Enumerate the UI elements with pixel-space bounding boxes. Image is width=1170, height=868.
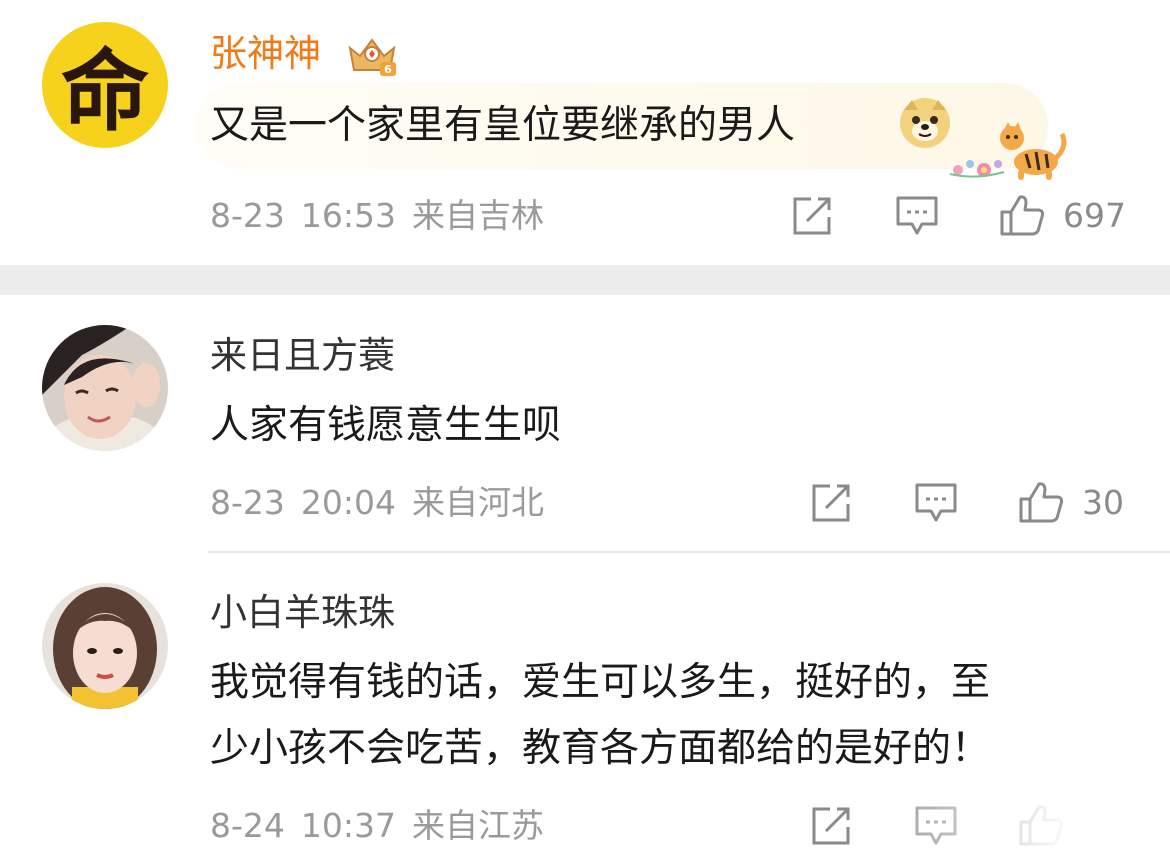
username[interactable]: 张神神: [210, 32, 321, 76]
crown-level-badge-icon: 6: [348, 38, 396, 76]
comment-meta: 8-23 20:04 来自河北: [210, 483, 560, 523]
share-icon[interactable]: [810, 483, 854, 523]
like-count: 697: [1063, 196, 1126, 235]
comment-location: 来自江苏: [412, 806, 545, 845]
avatar-glyph: 命: [61, 40, 149, 143]
bottom-fade-overlay: [880, 800, 1170, 860]
comment-feed: 命 张神神 6 又是一个家里有皇位要继承的男人 8-23 16:53 来自吉林 …: [0, 0, 1170, 868]
comment-location: 来自河北: [412, 483, 545, 522]
avatar[interactable]: [42, 583, 168, 709]
like-icon[interactable]: [1017, 480, 1065, 524]
comment-text-line: 我觉得有钱的话，爱生可以多生，挺好的，至: [210, 660, 991, 705]
comment-time: 20:04: [300, 483, 397, 522]
like-count: 30: [1082, 483, 1124, 522]
comment-date: 8-23: [210, 483, 285, 522]
svg-text:6: 6: [384, 63, 392, 76]
comment-text: 人家有钱愿意生生呗: [210, 403, 562, 448]
share-icon[interactable]: [810, 806, 854, 846]
doge-emoji-icon: [900, 98, 950, 148]
like-icon[interactable]: [998, 193, 1046, 237]
avatar[interactable]: 命: [42, 22, 168, 148]
comment-date: 8-23: [210, 196, 285, 235]
comment-text-line: 少小孩不会吃苦，教育各方面都给的是好的！: [210, 726, 991, 771]
tiger-bubble-decoration-icon: [949, 122, 1067, 180]
username[interactable]: 来日且方蓑: [210, 334, 395, 378]
comment-time: 10:37: [300, 806, 397, 845]
comment-location: 来自吉林: [412, 196, 545, 235]
comment-date: 8-24: [210, 806, 285, 845]
comment-meta: 8-24 10:37 来自江苏: [210, 806, 560, 846]
section-divider: [0, 265, 1170, 295]
comment-item: 来日且方蓑 人家有钱愿意生生呗 8-23 20:04 来自河北 30: [0, 295, 1170, 551]
comment-icon[interactable]: [914, 482, 958, 524]
avatar[interactable]: [42, 325, 168, 451]
username[interactable]: 小白羊珠珠: [210, 591, 395, 635]
comment-icon[interactable]: [895, 195, 939, 237]
share-icon[interactable]: [791, 196, 835, 236]
comment-text: 又是一个家里有皇位要继承的男人: [210, 103, 796, 148]
comment-item: 命 张神神 6 又是一个家里有皇位要继承的男人 8-23 16:53 来自吉林 …: [0, 0, 1170, 265]
comment-meta: 8-23 16:53 来自吉林: [210, 196, 560, 236]
comment-time: 16:53: [300, 196, 397, 235]
